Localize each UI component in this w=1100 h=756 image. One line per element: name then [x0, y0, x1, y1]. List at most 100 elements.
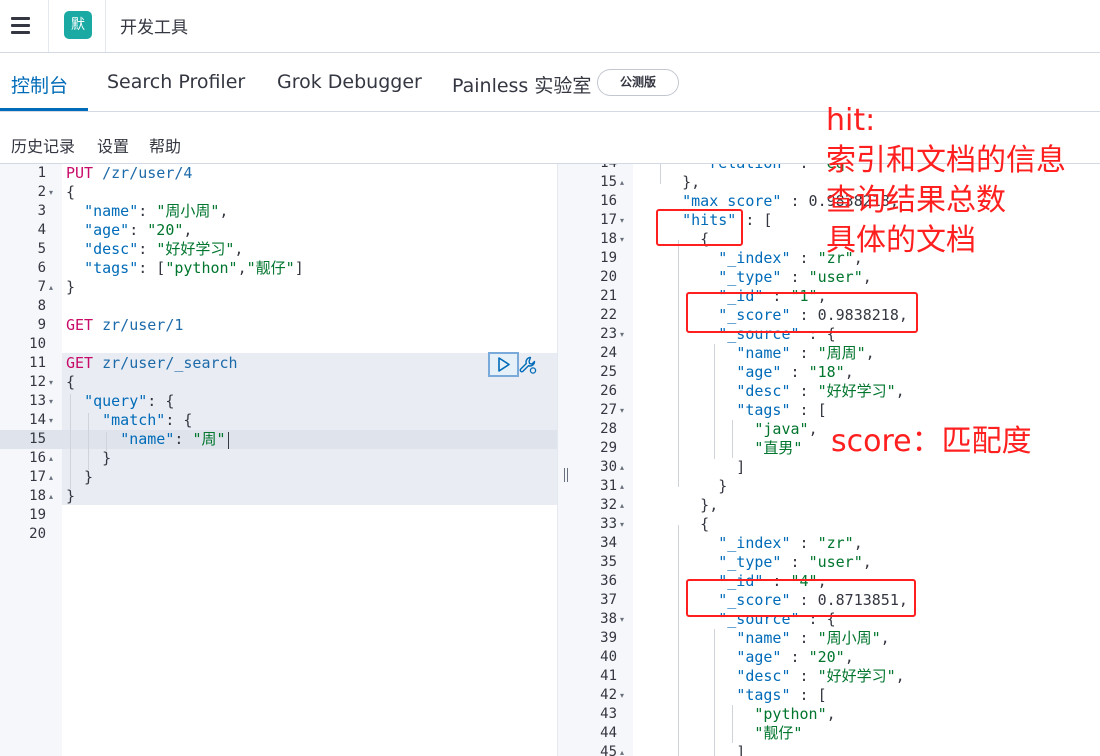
tab-search-profiler[interactable]: Search Profiler: [107, 71, 245, 93]
code-token: "周周": [817, 344, 866, 362]
line-number: 43: [600, 706, 617, 722]
code-line: "_type" : "user",: [646, 553, 872, 572]
code-token: "java": [754, 420, 809, 438]
fold-toggle-icon[interactable]: ▾: [620, 230, 624, 249]
fold-toggle-icon[interactable]: ▴: [49, 449, 53, 468]
code-line: ]: [646, 743, 745, 756]
line-number: 8: [37, 298, 46, 314]
code-line: "tags" : [: [646, 686, 826, 705]
code-token: :: [781, 553, 809, 571]
code-token: :: [138, 202, 157, 220]
request-editor[interactable]: 1 PUT /zr/user/4 2 ▾{3 "name": "周小周", 4 "age…: [0, 164, 557, 756]
code-token: :: [781, 648, 809, 666]
fold-toggle-icon[interactable]: ▴: [49, 278, 53, 297]
history-link[interactable]: 历史记录: [11, 133, 75, 157]
help-link[interactable]: 帮助: [149, 133, 181, 157]
request-settings-button[interactable]: [517, 354, 539, 376]
line-number: 14: [574, 164, 617, 173]
line-number: 19: [600, 250, 617, 266]
fold-toggle-icon[interactable]: ▾: [49, 183, 53, 202]
line-number: 17: [29, 469, 46, 485]
play-icon: [498, 357, 510, 372]
line-number: 10: [29, 336, 46, 352]
wrench-icon: [519, 356, 537, 374]
fold-toggle-icon[interactable]: ▴: [620, 743, 624, 756]
fold-toggle-icon[interactable]: ▾: [49, 411, 53, 430]
fold-toggle-icon[interactable]: ▾: [620, 401, 624, 420]
code-token: :: [790, 249, 818, 267]
code-line: "name": "周小周",: [66, 202, 228, 221]
fold-toggle-icon[interactable]: ▾: [620, 211, 624, 230]
code-token: ,: [237, 259, 247, 277]
fold-toggle-icon[interactable]: ▾: [620, 325, 624, 344]
line-number: 13: [29, 393, 46, 409]
line-number: 6: [37, 260, 46, 276]
fold-toggle-icon[interactable]: ▾: [620, 610, 624, 629]
fold-toggle-icon[interactable]: ▾: [620, 515, 624, 534]
line-number: 18: [29, 488, 46, 504]
tab-grok-debugger[interactable]: Grok Debugger: [277, 71, 422, 93]
fold-toggle-icon[interactable]: ▴: [620, 458, 624, 477]
indent-guide: [660, 164, 661, 184]
run-request-button[interactable]: [488, 352, 519, 377]
panel-resizer[interactable]: [557, 164, 574, 756]
fold-toggle-icon[interactable]: ▴: [620, 477, 624, 496]
code-token: "tags": [736, 686, 791, 704]
indent-guide: [732, 705, 733, 743]
code-token: :: [790, 534, 818, 552]
line-number: 9: [37, 317, 46, 333]
fold-toggle-icon[interactable]: ▴: [49, 468, 53, 487]
code-token: "match": [102, 411, 166, 429]
code-line: "靓仔": [646, 724, 802, 743]
fold-toggle-icon[interactable]: ▾: [620, 686, 624, 705]
code-token: ,: [895, 667, 905, 685]
text-cursor: [228, 432, 229, 449]
code-line: "desc": "好好学习",: [66, 240, 243, 259]
fold-toggle-icon[interactable]: ▴: [620, 173, 624, 192]
tab-console[interactable]: 控制台: [11, 71, 68, 98]
line-number: 4: [37, 222, 46, 238]
code-token: "20": [147, 221, 184, 239]
code-token: ,: [219, 202, 229, 220]
code-token: zr/user/_search: [102, 354, 238, 372]
line-number: 42: [600, 687, 617, 703]
fold-toggle-icon[interactable]: ▾: [49, 392, 53, 411]
line-number: 31: [600, 478, 617, 494]
hamburger-menu-icon[interactable]: [8, 14, 34, 38]
line-number: 29: [600, 440, 617, 456]
fold-toggle-icon[interactable]: ▾: [49, 373, 53, 392]
code-line: }: [646, 477, 727, 496]
settings-link[interactable]: 设置: [97, 133, 129, 157]
line-number: 5: [37, 241, 46, 257]
code-token: "好好学习": [817, 667, 896, 685]
indent-guide: [106, 432, 107, 451]
line-number: 36: [600, 573, 617, 589]
code-token: ,: [826, 705, 836, 723]
app-logo[interactable]: 默: [64, 11, 92, 39]
line-number: 28: [600, 421, 617, 437]
fold-toggle-icon[interactable]: ▴: [49, 487, 53, 506]
code-token: : {: [165, 411, 193, 429]
indent-guide: [714, 629, 715, 756]
line-number: 1: [37, 165, 46, 181]
code-token: /zr/user/4: [102, 164, 193, 182]
line-number: 22: [600, 307, 617, 323]
code-token: ]: [294, 259, 304, 277]
code-line: "_type" : "user",: [646, 268, 872, 287]
tab-painless-lab[interactable]: Painless 实验室: [452, 71, 591, 98]
code-token: "周小周": [156, 202, 220, 220]
code-line: "tags" : [: [646, 401, 826, 420]
fold-toggle-icon[interactable]: ▴: [620, 496, 624, 515]
code-line: "name" : "周小周",: [646, 629, 889, 648]
line-number: 30: [600, 459, 617, 475]
annotation-hit-line: 索引和文档的信息: [826, 143, 1066, 178]
indent-guide: [678, 240, 679, 487]
line-number: 20: [29, 526, 46, 542]
code-token: :: [781, 268, 809, 286]
active-tab-indicator: [0, 108, 88, 111]
